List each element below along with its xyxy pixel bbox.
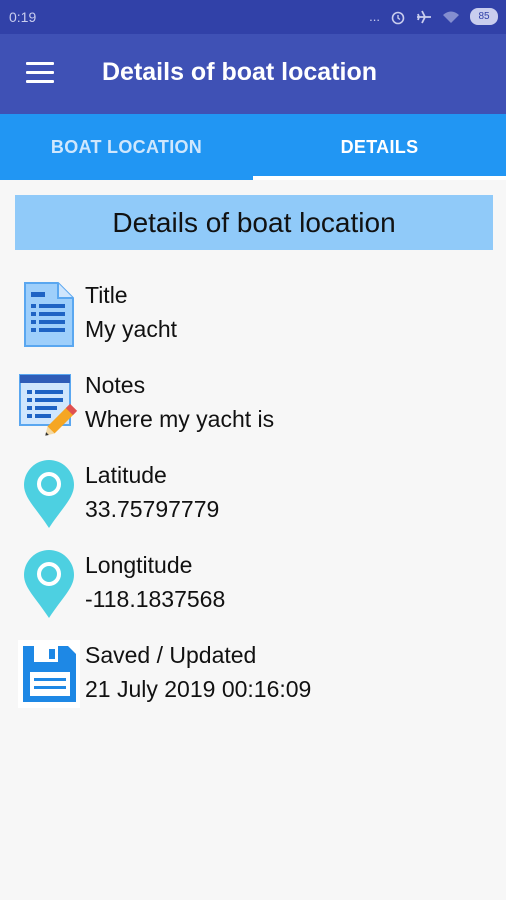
notes-edit-icon [19,374,78,436]
saved-label: Saved / Updated [85,642,257,668]
section-header: Details of boat location [15,195,493,250]
detail-row-title: Title My yacht [18,280,488,355]
location-pin-icon [24,550,74,618]
status-icons: ... 85 [369,8,498,25]
detail-row-saved: Saved / Updated 21 July 2019 00:16:09 [18,640,488,715]
latitude-value: 33.75797779 [85,496,220,522]
airplane-mode-icon [417,10,431,23]
title-value: My yacht [85,316,178,342]
detail-row-latitude: Latitude 33.75797779 [18,460,488,535]
latitude-label: Latitude [85,462,167,488]
alarm-icon [391,11,405,24]
status-bar: 0:19 ... 85 [0,0,506,34]
status-dots: ... [369,9,380,24]
title-label: Title [85,282,128,308]
app-bar: Details of boat location [0,34,506,114]
hamburger-menu-icon[interactable] [26,62,54,84]
notes-value: Where my yacht is [85,406,275,432]
tab-boat-location[interactable]: BOAT LOCATION [0,114,253,180]
document-icon [24,282,74,347]
detail-row-notes: Notes Where my yacht is [18,370,488,445]
save-icon [18,640,80,708]
location-pin-icon [24,460,74,528]
app-title: Details of boat location [102,58,378,86]
saved-value: 21 July 2019 00:16:09 [85,676,312,702]
wifi-icon [443,11,459,23]
battery-indicator: 85 [470,8,498,25]
status-time: 0:19 [9,9,37,25]
longitude-value: -118.1837568 [85,586,226,612]
tab-details[interactable]: DETAILS [253,114,506,180]
notes-label: Notes [85,372,146,398]
tab-bar: BOAT LOCATION DETAILS [0,114,506,180]
detail-row-longitude: Longtitude -118.1837568 [18,550,488,625]
longitude-label: Longtitude [85,552,193,578]
